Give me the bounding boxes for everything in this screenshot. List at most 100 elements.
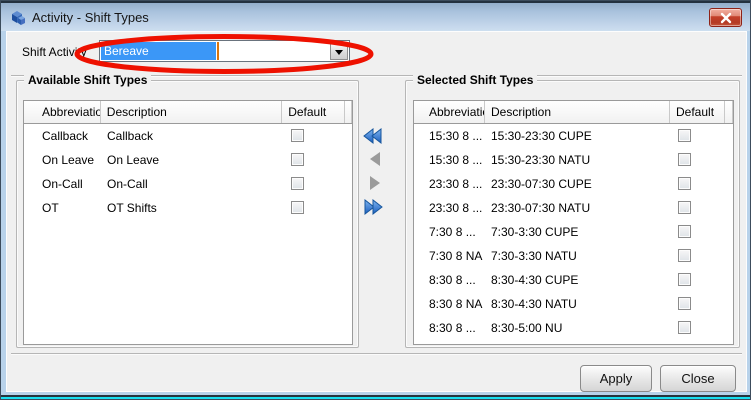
chevron-down-icon (335, 50, 343, 55)
move-left-button[interactable] (365, 151, 385, 168)
cell-default (670, 244, 725, 268)
table-header: Abbreviation Description Default (414, 101, 733, 124)
table-row[interactable]: 15:30 8 ...15:30-23:30 CUPE (414, 124, 733, 148)
default-checkbox[interactable] (678, 321, 691, 334)
table-row[interactable]: 23:30 8 ...23:30-07:30 CUPE (414, 172, 733, 196)
cell-description: On Leave (101, 148, 283, 172)
table-row[interactable]: 8:30 8 ...8:30-4:30 CUPE (414, 268, 733, 292)
cell-filler (346, 172, 352, 196)
separator-bottom (11, 353, 742, 355)
cell-description: Evening Split (485, 340, 670, 345)
default-checkbox[interactable] (291, 177, 304, 190)
left-arrow-icon (368, 151, 382, 168)
table-row[interactable]: On LeaveOn Leave (24, 148, 352, 172)
cell-description: 8:30-4:30 CUPE (485, 268, 670, 292)
right-arrow-icon (368, 175, 382, 192)
cell-description: Callback (101, 124, 283, 148)
cell-filler (725, 292, 733, 316)
cell-default (670, 340, 725, 345)
cell-description: 23:30-07:30 CUPE (485, 172, 670, 196)
selected-shift-types-table: Abbreviation Description Default 15:30 8… (413, 100, 734, 345)
cell-filler (346, 196, 352, 220)
default-checkbox[interactable] (678, 249, 691, 262)
cell-filler (725, 148, 733, 172)
move-all-right-button[interactable] (363, 199, 383, 216)
close-icon (720, 12, 732, 24)
column-header-default[interactable]: Default (670, 101, 725, 123)
default-checkbox[interactable] (678, 201, 691, 214)
available-shift-types-panel: Available Shift Types Abbreviation Descr… (16, 80, 359, 348)
cell-filler (725, 172, 733, 196)
cell-abbreviation: 8:30 8 NA (414, 292, 485, 316)
text-caret (217, 42, 219, 60)
column-header-default[interactable]: Default (282, 101, 345, 123)
available-panel-title: Available Shift Types (24, 73, 151, 87)
cell-default (670, 196, 725, 220)
table-row[interactable]: 8:30 8 ...8:30-5:00 NU (414, 316, 733, 340)
table-body: 15:30 8 ...15:30-23:30 CUPE15:30 8 ...15… (414, 124, 733, 345)
table-body: CallbackCallbackOn LeaveOn LeaveOn-CallO… (24, 124, 352, 220)
column-header-abbreviation[interactable]: Abbreviation (414, 101, 485, 123)
double-right-arrow-icon (363, 199, 383, 216)
table-row[interactable]: 7:30 8 ...7:30-3:30 CUPE (414, 220, 733, 244)
shift-activity-combobox[interactable]: Bereave (99, 40, 350, 62)
cell-abbreviation: 23:30 8 ... (414, 172, 485, 196)
default-checkbox[interactable] (291, 201, 304, 214)
default-checkbox[interactable] (678, 297, 691, 310)
combobox-dropdown-button[interactable] (330, 42, 348, 60)
default-checkbox[interactable] (678, 273, 691, 286)
cell-default (283, 148, 346, 172)
cell-description: 7:30-3:30 NATU (485, 244, 670, 268)
cell-default (670, 316, 725, 340)
cell-description: OT Shifts (101, 196, 283, 220)
cell-description: 15:30-23:30 CUPE (485, 124, 670, 148)
cell-description: 15:30-23:30 NATU (485, 148, 670, 172)
table-row[interactable]: 8:30 8 NA8:30-4:30 NATU (414, 292, 733, 316)
available-shift-types-table: Abbreviation Description Default Callbac… (23, 100, 353, 345)
table-row[interactable]: 23:30 8 ...23:30-07:30 NATU (414, 196, 733, 220)
default-checkbox[interactable] (291, 129, 304, 142)
cell-filler (725, 316, 733, 340)
table-row[interactable]: CallbackCallback (24, 124, 352, 148)
cell-default (670, 172, 725, 196)
combobox-selected-text: Bereave (101, 42, 216, 60)
table-row[interactable]: ESEvening Split (414, 340, 733, 345)
default-checkbox[interactable] (678, 225, 691, 238)
shift-activity-label: Shift Activity (22, 45, 87, 59)
cell-default (670, 268, 725, 292)
cell-filler (725, 124, 733, 148)
cell-description: On-Call (101, 172, 283, 196)
table-header: Abbreviation Description Default (24, 101, 352, 124)
dialog-content: Shift Activity Bereave Available Shift T… (6, 31, 747, 392)
cell-default (670, 148, 725, 172)
apply-button[interactable]: Apply (580, 365, 652, 392)
close-window-button[interactable] (709, 8, 742, 27)
move-right-button[interactable] (365, 175, 385, 192)
cell-filler (346, 124, 352, 148)
cell-abbreviation: 15:30 8 ... (414, 124, 485, 148)
close-button[interactable]: Close (660, 365, 736, 392)
cell-default (670, 124, 725, 148)
cell-abbreviation: 8:30 8 ... (414, 268, 485, 292)
default-checkbox[interactable] (291, 153, 304, 166)
cell-abbreviation: 7:30 8 ... (414, 220, 485, 244)
default-checkbox[interactable] (678, 177, 691, 190)
cell-abbreviation: 8:30 8 ... (414, 316, 485, 340)
cell-default (283, 196, 346, 220)
column-header-description[interactable]: Description (101, 101, 282, 123)
column-header-description[interactable]: Description (485, 101, 670, 123)
table-row[interactable]: 7:30 8 NA7:30-3:30 NATU (414, 244, 733, 268)
cell-default (283, 124, 346, 148)
cell-abbreviation: OT (24, 196, 101, 220)
table-row[interactable]: OTOT Shifts (24, 196, 352, 220)
column-header-abbreviation[interactable]: Abbreviation (24, 101, 101, 123)
table-row[interactable]: On-CallOn-Call (24, 172, 352, 196)
cell-abbreviation: On-Call (24, 172, 101, 196)
column-header-filler (725, 101, 733, 123)
table-row[interactable]: 15:30 8 ...15:30-23:30 NATU (414, 148, 733, 172)
title-bar: Activity - Shift Types (1, 1, 750, 31)
move-all-left-button[interactable] (363, 128, 383, 145)
default-checkbox[interactable] (678, 153, 691, 166)
default-checkbox[interactable] (678, 129, 691, 142)
cell-filler (725, 340, 733, 345)
